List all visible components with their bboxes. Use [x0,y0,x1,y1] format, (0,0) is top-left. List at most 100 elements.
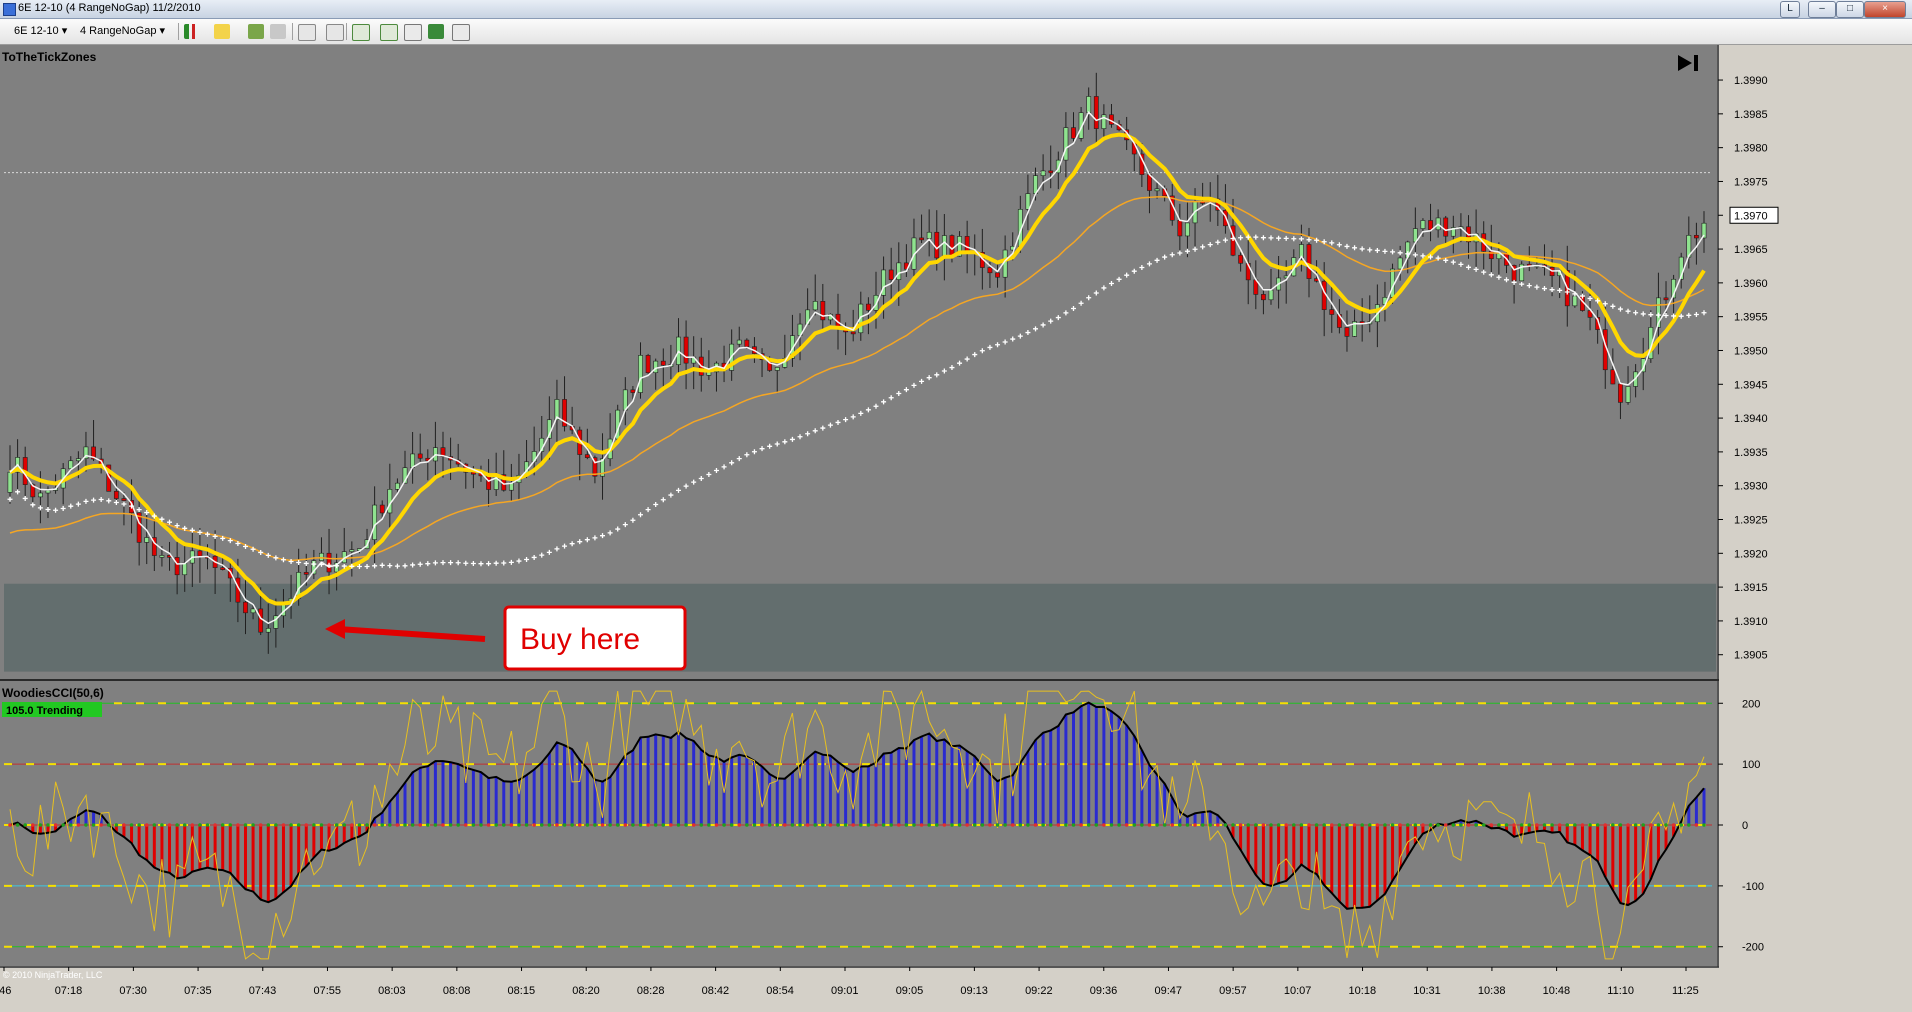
crosshair-icon[interactable] [326,24,344,41]
link-button[interactable]: L [1780,1,1800,18]
cci-zero-dot [1094,823,1099,827]
cursor-icon[interactable] [298,24,316,41]
candle-down [820,301,826,321]
candle-up [45,490,51,494]
period-selector[interactable]: 4 RangeNoGap ▾ [76,23,169,40]
candle-down [1261,294,1266,301]
cci-zero-dot [357,823,362,827]
x-axis-label: 07:30 [119,985,147,997]
title-bar: 6E 12-10 (4 RangeNoGap) 11/2/2010 L – □ … [0,0,1912,19]
minimize-button[interactable]: – [1808,1,1836,18]
x-axis-label: 08:20 [572,985,600,997]
buy-here-annotation-text: Buy here [520,623,640,656]
cci-zero-dot [1162,823,1167,827]
cci-zero-dot [691,823,696,827]
candle-up [1268,289,1274,301]
cci-zero-dot [61,823,65,827]
cci-zero-dot [1383,823,1387,827]
eraser-icon[interactable] [270,24,286,39]
x-axis-label: 10:31 [1413,985,1441,997]
candle-down [326,552,332,573]
cci-zero-dot [501,823,506,827]
candle-down [1093,96,1099,129]
candle-down [1238,254,1244,264]
cci-zero-dot [84,823,88,827]
cci-zero-dot [1421,823,1425,827]
chart-window[interactable]: 1.3905 1.3910 1.3915 1.3920 1.3925 1.3930 1.39… [0,45,1912,1007]
cci-zero-dot [539,823,544,827]
cci-zero-dot [957,823,962,827]
grid-icon[interactable] [452,24,470,41]
candle-down [121,498,127,501]
x-axis-label: 08:42 [702,985,730,997]
x-axis-label: 10:48 [1543,985,1571,997]
properties-icon[interactable] [428,24,444,39]
y-axis-label: 1.3905 [1734,650,1768,662]
period-label: 4 RangeNoGap [80,25,157,37]
y-axis-label: 1.3965 [1734,244,1768,256]
cci-zero-dot [1367,823,1372,827]
cci-zero-dot [1428,823,1433,827]
cci-zero-dot [1573,823,1577,827]
candle-up [319,552,324,561]
candle-up [395,482,400,490]
x-axis-label: 09:05 [896,985,924,997]
close-button[interactable]: × [1864,1,1906,18]
cci-zero-dot [1535,823,1539,827]
cci-zero-dot [1550,823,1554,827]
candle-up [812,301,818,311]
last-price-label: 1.3970 [1734,210,1768,222]
wand-icon[interactable] [248,24,264,39]
indicators-icon[interactable] [352,24,370,41]
pencil-icon[interactable] [214,24,230,39]
candle-down [243,601,248,614]
candle-down [865,303,871,311]
cci-zero-dot [456,823,460,827]
strategy-icon[interactable] [380,24,398,41]
cci-zero-dot [418,823,423,827]
cci-zero-dot [1664,823,1668,827]
candle-down [1306,244,1312,279]
x-axis-label: 09:47 [1154,985,1182,997]
cci-zero-dot [942,823,947,827]
cci-zero-dot [479,823,483,827]
cci-zero-dot [1626,823,1630,827]
candle-up [1420,220,1426,229]
candlestick-icon[interactable] [184,24,200,39]
data-box-icon[interactable] [404,24,422,41]
cci-zero-dot [334,823,339,827]
chevron-down-icon: ▾ [159,25,166,37]
y-axis-label: 1.3930 [1734,481,1768,493]
window-title: 6E 12-10 (4 RangeNoGap) 11/2/2010 [18,2,201,14]
x-axis-label: 07:55 [313,985,341,997]
cci-zero-dot [1352,823,1357,827]
cci-zero-dot [1261,823,1266,827]
cci-zero-dot [8,823,12,827]
cci-zero-dot [236,823,240,827]
x-axis-label: 09:13 [960,985,988,997]
cci-zero-dot [30,823,35,827]
cci-zero-dot [1307,823,1311,827]
cci-zero-dot [1147,823,1152,827]
cci-zero-dot [403,823,407,827]
cci-zero-dot [919,823,924,827]
cci-axis-label: -200 [1742,942,1764,954]
chart-canvas[interactable]: 1.3905 1.3910 1.3915 1.3920 1.3925 1.3930 1.39… [0,45,1912,1007]
cci-zero-dot [99,823,103,827]
instrument-selector[interactable]: 6E 12-10 ▾ [10,23,71,40]
candle-up [1154,188,1160,192]
candle-down [258,608,264,633]
cci-zero-dot [798,823,802,827]
cci-zero-dot [1542,823,1547,827]
candle-up [774,367,780,371]
cci-zero-dot [1443,823,1448,827]
cci-zero-dot [714,823,719,827]
cci-zero-dot [790,823,795,827]
cci-zero-dot [1702,823,1706,827]
candle-up [1063,127,1069,161]
cci-zero-dot [1633,823,1638,827]
cci-zero-dot [129,823,134,827]
cci-zero-dot [570,823,574,827]
candle-down [987,267,993,274]
maximize-button[interactable]: □ [1836,1,1864,18]
